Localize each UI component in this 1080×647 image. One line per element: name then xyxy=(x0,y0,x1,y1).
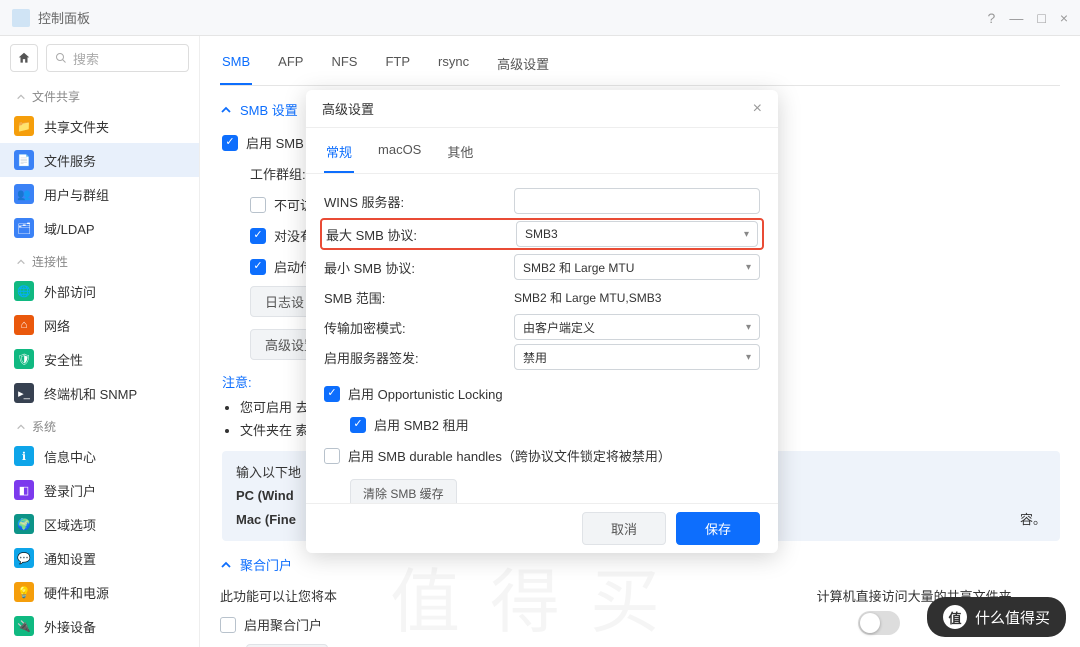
dialog-header: 高级设置 × xyxy=(306,90,778,128)
tab-advanced[interactable]: 高级设置 xyxy=(495,48,551,85)
dialog-title: 高级设置 xyxy=(322,99,374,118)
maximize-button[interactable]: □ xyxy=(1037,10,1045,26)
sidebar-terminal[interactable]: ▸_终端机和 SNMP xyxy=(0,376,199,410)
device-icon: 🔌 xyxy=(14,616,34,636)
file-icon: 📄 xyxy=(14,150,34,170)
sidebar-notify[interactable]: 💬通知设置 xyxy=(0,541,199,575)
encrypt-select[interactable]: 由客户端定义 xyxy=(514,314,760,340)
max-smb-select[interactable]: SMB3 xyxy=(516,221,758,247)
sidebar-ext-access[interactable]: 🌐外部访问 xyxy=(0,274,199,308)
globe-icon: 🌐 xyxy=(14,281,34,301)
chevron-up-icon xyxy=(220,104,232,116)
sidebar-user-group[interactable]: 👥用户与群组 xyxy=(0,177,199,211)
help-button[interactable]: ? xyxy=(988,10,996,26)
tab-rsync[interactable]: rsync xyxy=(436,48,471,85)
sidebar-domain-ldap[interactable]: 🗂域/LDAP xyxy=(0,211,199,245)
folder-icon: 📁 xyxy=(14,116,34,136)
smb-range-row: SMB 范围: SMB2 和 Large MTU,SMB3 xyxy=(324,282,760,312)
sidebar-info-center[interactable]: ℹ信息中心 xyxy=(0,439,199,473)
chat-icon: 💬 xyxy=(14,548,34,568)
chevron-up-icon xyxy=(16,92,26,102)
sidebar-hw-power[interactable]: 💡硬件和电源 xyxy=(0,575,199,609)
section-system[interactable]: 系统 xyxy=(0,410,199,439)
checkbox-checked-icon xyxy=(250,259,266,275)
checkbox-checked-icon xyxy=(350,417,366,433)
checkbox-checked-icon xyxy=(324,386,340,402)
tab-ftp[interactable]: FTP xyxy=(383,48,412,85)
ext-brand-button[interactable]: 值 什么值得买 xyxy=(927,597,1066,637)
section-file-share[interactable]: 文件共享 xyxy=(0,80,199,109)
tab-smb[interactable]: SMB xyxy=(220,48,252,85)
sidebar-security[interactable]: 🛡安全性 xyxy=(0,342,199,376)
search-input[interactable]: 搜索 xyxy=(46,44,189,72)
close-button[interactable]: × xyxy=(1060,10,1068,26)
dialog-footer: 取消 保存 xyxy=(306,503,778,553)
tab-afp[interactable]: AFP xyxy=(276,48,305,85)
region-icon: 🌍 xyxy=(14,514,34,534)
search-icon xyxy=(55,52,67,64)
wins-row: WINS 服务器: xyxy=(324,186,760,216)
smb-range-value: SMB2 和 Large MTU,SMB3 xyxy=(514,289,661,306)
chevron-up-icon xyxy=(220,559,232,571)
save-button[interactable]: 保存 xyxy=(676,512,760,545)
cancel-button[interactable]: 取消 xyxy=(582,512,666,545)
checkbox-icon xyxy=(324,448,340,464)
wins-input[interactable] xyxy=(514,188,760,214)
dialog-close-button[interactable]: × xyxy=(753,100,762,118)
clear-cache-button[interactable]: 清除 SMB 缓存 xyxy=(350,479,457,503)
section-connectivity[interactable]: 连接性 xyxy=(0,245,199,274)
durable-row[interactable]: 启用 SMB durable handles（跨协议文件锁定将被禁用） xyxy=(324,440,760,471)
sidebar-file-services[interactable]: 📄文件服务 xyxy=(0,143,199,177)
smb2-lease-row[interactable]: 启用 SMB2 租用 xyxy=(324,409,760,440)
dialog-tab-macos[interactable]: macOS xyxy=(376,138,423,173)
min-smb-select[interactable]: SMB2 和 Large MTU xyxy=(514,254,760,280)
checkbox-checked-icon xyxy=(250,228,266,244)
ext-toggle[interactable] xyxy=(858,611,900,635)
tab-nfs[interactable]: NFS xyxy=(329,48,359,85)
advanced-settings-dialog: 高级设置 × 常规 macOS 其他 WINS 服务器: 最大 SMB 协议: … xyxy=(306,90,778,553)
sidebar: 搜索 文件共享 📁共享文件夹 📄文件服务 👥用户与群组 🗂域/LDAP 连接性 … xyxy=(0,36,200,647)
dialog-tabs: 常规 macOS 其他 xyxy=(306,128,778,174)
home-icon xyxy=(17,51,31,65)
checkbox-icon xyxy=(250,197,266,213)
window-title: 控制面板 xyxy=(38,8,988,27)
dialog-tab-other[interactable]: 其他 xyxy=(445,138,475,173)
dialog-tab-general[interactable]: 常规 xyxy=(324,138,354,173)
sidebar-network[interactable]: ⌂网络 xyxy=(0,308,199,342)
info-icon: ℹ xyxy=(14,446,34,466)
sidebar-shared-folder[interactable]: 📁共享文件夹 xyxy=(0,109,199,143)
sidebar-login-portal[interactable]: ◧登录门户 xyxy=(0,473,199,507)
protocol-tabs: SMB AFP NFS FTP rsync 高级设置 xyxy=(220,36,1060,86)
chevron-up-icon xyxy=(16,422,26,432)
encrypt-row: 传输加密模式: 由客户端定义 xyxy=(324,312,760,342)
home-button[interactable] xyxy=(10,44,38,72)
chevron-up-icon xyxy=(16,257,26,267)
checkbox-checked-icon xyxy=(222,135,238,151)
network-icon: ⌂ xyxy=(14,315,34,335)
bulb-icon: 💡 xyxy=(14,582,34,602)
max-smb-row: 最大 SMB 协议: SMB3 xyxy=(320,218,764,250)
ext-logo-icon: 值 xyxy=(943,605,967,629)
users-icon: 👥 xyxy=(14,184,34,204)
minimize-button[interactable]: — xyxy=(1009,10,1023,26)
oplock-row[interactable]: 启用 Opportunistic Locking xyxy=(324,378,760,409)
app-icon xyxy=(12,9,30,27)
sidebar-ext-dev[interactable]: 🔌外接设备 xyxy=(0,609,199,643)
checkbox-icon xyxy=(220,617,236,633)
sign-row: 启用服务器签发: 禁用 xyxy=(324,342,760,372)
ldap-icon: 🗂 xyxy=(14,218,34,238)
terminal-icon: ▸_ xyxy=(14,383,34,403)
min-smb-row: 最小 SMB 协议: SMB2 和 Large MTU xyxy=(324,252,760,282)
sidebar-region[interactable]: 🌍区域选项 xyxy=(0,507,199,541)
titlebar: 控制面板 ? — □ × xyxy=(0,0,1080,36)
sign-select[interactable]: 禁用 xyxy=(514,344,760,370)
shield-icon: 🛡 xyxy=(14,349,34,369)
portal-icon: ◧ xyxy=(14,480,34,500)
